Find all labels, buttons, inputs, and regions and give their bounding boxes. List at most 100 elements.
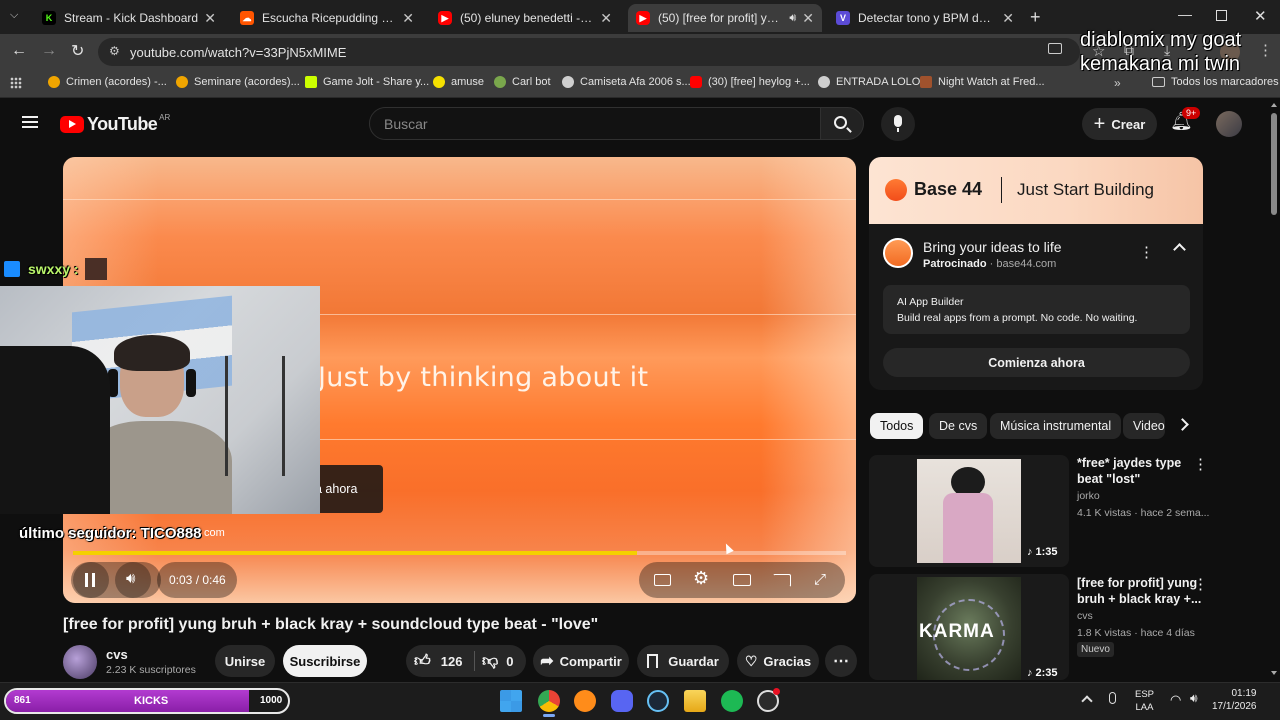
- theater-mode-icon[interactable]: [733, 574, 751, 586]
- all-bookmarks-folder[interactable]: Todos los marcadores: [1152, 76, 1279, 88]
- bookmark-crimen[interactable]: Crimen (acordes) -...: [48, 76, 167, 88]
- tab-close-icon[interactable]: ✕: [1002, 10, 1014, 27]
- search-icon: [834, 116, 847, 129]
- save-button[interactable]: Guardar: [637, 645, 729, 677]
- site-info-icon[interactable]: ⚙: [109, 44, 120, 58]
- ad-banner[interactable]: Base 44 Just Start Building: [869, 157, 1203, 224]
- chrome-icon[interactable]: [538, 690, 560, 712]
- rec-more-options-icon[interactable]: ⋮: [1193, 575, 1208, 593]
- rec-channel[interactable]: jorko: [1077, 490, 1100, 502]
- browser-menu-icon[interactable]: ⋮: [1258, 41, 1273, 59]
- account-avatar[interactable]: [1216, 111, 1242, 137]
- fullscreen-icon[interactable]: ⤢: [814, 571, 826, 588]
- install-app-icon[interactable]: [1048, 43, 1062, 54]
- cast-icon[interactable]: [773, 574, 791, 587]
- scrollbar-up-arrow-icon[interactable]: [1271, 103, 1277, 107]
- bookmark-seminare[interactable]: Seminare (acordes)...: [176, 76, 300, 88]
- clock[interactable]: 01:19 17/1/2026: [1212, 687, 1257, 713]
- chips-next-chevron-icon[interactable]: [1176, 418, 1189, 431]
- pause-button[interactable]: [73, 562, 109, 598]
- bookmark-carlbot[interactable]: Carl bot: [494, 76, 551, 88]
- settings-gear-icon[interactable]: ⚙: [693, 568, 709, 589]
- address-bar[interactable]: ⚙ youtube.com/watch?v=33PjN5xMIME: [98, 38, 1080, 66]
- rec-thumbnail[interactable]: ♪ 1:35: [869, 455, 1069, 567]
- subscribe-button[interactable]: Suscribirse: [283, 645, 367, 677]
- bookmark-gamejolt[interactable]: Game Jolt - Share y...: [305, 76, 429, 88]
- rec-more-options-icon[interactable]: ⋮: [1193, 455, 1208, 473]
- tab-close-icon[interactable]: ✕: [204, 10, 216, 27]
- ad-banner-brand: Base 44: [914, 179, 983, 199]
- tab-close-icon[interactable]: ✕: [600, 10, 612, 27]
- spotify-icon[interactable]: [721, 690, 743, 712]
- tab-close-icon[interactable]: ✕: [402, 10, 414, 27]
- tab-youtube-current[interactable]: ▶ (50) [free for profit] yung b 🔊︎ ✕: [628, 4, 822, 32]
- chip-all[interactable]: Todos: [870, 413, 924, 439]
- tab-bpm-detector[interactable]: V Detectar tono y BPM de canció ✕: [828, 4, 1022, 32]
- speaker-tray-icon[interactable]: 🔊︎: [1190, 691, 1198, 706]
- advertiser-avatar[interactable]: [883, 238, 913, 268]
- subtitles-icon[interactable]: [654, 574, 671, 586]
- discord-icon[interactable]: [611, 690, 633, 712]
- input-language[interactable]: ESP LAA: [1135, 688, 1154, 714]
- search-input[interactable]: Buscar: [369, 107, 821, 140]
- file-explorer-icon[interactable]: [684, 690, 706, 712]
- rec-title[interactable]: [free for profit] yung bruh + black kray…: [1077, 575, 1201, 607]
- scrollbar-thumb[interactable]: [1271, 113, 1277, 215]
- join-button[interactable]: Unirse: [215, 645, 275, 677]
- ad-more-options-icon[interactable]: ⋮: [1139, 243, 1154, 261]
- search-button[interactable]: [820, 107, 864, 140]
- new-tab-plus-icon[interactable]: +: [1030, 7, 1041, 28]
- back-arrow-icon[interactable]: ←: [11, 42, 27, 60]
- channel-name[interactable]: cvs: [106, 647, 128, 662]
- steam-icon[interactable]: [647, 690, 669, 712]
- ad-collapse-chevron-icon[interactable]: [1173, 243, 1186, 256]
- thanks-button[interactable]: ♡ Gracias: [737, 645, 819, 677]
- chip-video[interactable]: Video: [1123, 413, 1165, 439]
- tab-soundcloud[interactable]: ☁ Escucha Ricepudding de TiCO | ✕: [232, 4, 422, 32]
- share-button[interactable]: ➦ Compartir: [533, 645, 629, 677]
- more-actions-button[interactable]: ⋯: [825, 645, 857, 677]
- create-button[interactable]: + Crear: [1082, 108, 1157, 140]
- rec-title[interactable]: *free* jaydes type beat "lost": [1077, 455, 1181, 487]
- bookmark-heylog[interactable]: (30) [free] heylog +...: [690, 76, 810, 88]
- tab-search-chevron-icon[interactable]: ⌵: [10, 9, 18, 22]
- volume-button[interactable]: 🔊︎: [115, 562, 151, 598]
- fl-studio-icon[interactable]: [574, 690, 596, 712]
- wifi-icon[interactable]: ◠: [1170, 692, 1181, 708]
- youtube-wordmark: YouTube: [87, 114, 158, 134]
- tab-close-icon[interactable]: ✕: [802, 10, 814, 27]
- chip-instrumental[interactable]: Música instrumental: [990, 413, 1122, 439]
- like-button[interactable]: 👍︎ 126: [414, 652, 462, 671]
- bookmark-camiseta[interactable]: Camiseta Afa 2006 s...: [562, 76, 691, 88]
- tab-youtube-eluney[interactable]: ▶ (50) eluney benedetti - El Morf ✕: [430, 4, 620, 32]
- youtube-logo[interactable]: YouTube AR: [60, 113, 170, 135]
- volume-icon: 🔊︎: [126, 570, 136, 587]
- more-bookmarks-chevron-icon[interactable]: »: [1114, 76, 1121, 90]
- rec-channel[interactable]: cvs: [1077, 610, 1093, 622]
- close-window-icon[interactable]: ✕: [1254, 7, 1267, 25]
- forward-arrow-icon[interactable]: →: [41, 42, 57, 60]
- sponsored-ad-card[interactable]: Base 44 Just Start Building Bring your i…: [869, 157, 1203, 390]
- tab-kick-dashboard[interactable]: K Stream - Kick Dashboard ✕: [34, 4, 224, 32]
- windows-start-icon[interactable]: [500, 690, 522, 712]
- bookmark-entrada-lolo[interactable]: ENTRADA LOLO: [818, 76, 920, 88]
- tray-microphone-icon[interactable]: [1109, 692, 1116, 704]
- minimize-window-icon[interactable]: —: [1178, 6, 1192, 22]
- dislike-button[interactable]: 👎︎ 0: [482, 652, 513, 671]
- apps-grid-icon[interactable]: [10, 77, 22, 89]
- page-scrollbar[interactable]: [1268, 99, 1280, 682]
- voice-search-button[interactable]: [881, 107, 915, 141]
- restore-window-icon[interactable]: [1216, 10, 1227, 21]
- bookmark-night-watch[interactable]: Night Watch at Fred...: [920, 76, 1045, 88]
- youtube-icon: ▶: [438, 11, 452, 25]
- chip-from-channel[interactable]: De cvs: [929, 413, 988, 439]
- reload-icon[interactable]: ↻: [71, 41, 84, 61]
- scrollbar-down-arrow-icon[interactable]: [1271, 671, 1277, 675]
- notifications-button[interactable]: 🔔︎ 9+: [1170, 107, 1201, 135]
- channel-avatar[interactable]: [63, 645, 97, 679]
- hamburger-menu-icon[interactable]: [22, 116, 38, 128]
- speaker-icon[interactable]: 🔊︎: [789, 12, 796, 25]
- ad-cta-button[interactable]: Comienza ahora: [883, 348, 1190, 377]
- bookmark-amuse[interactable]: amuse: [433, 76, 484, 88]
- rec-thumbnail[interactable]: KARMA ♪ 2:35: [869, 574, 1069, 680]
